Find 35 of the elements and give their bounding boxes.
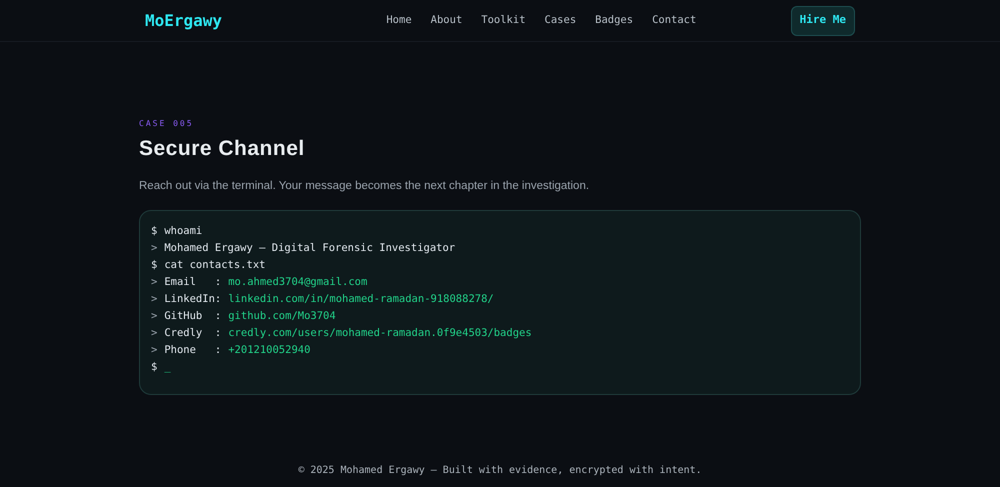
- cursor: _: [164, 360, 171, 375]
- contact-value[interactable]: github.com/Mo3704: [228, 308, 336, 325]
- nav-link[interactable]: About: [430, 12, 462, 28]
- output-marker: >: [151, 308, 158, 324]
- case-label: CASE 005: [139, 118, 195, 130]
- output-marker: >: [151, 292, 158, 307]
- contact-label: Phone :: [164, 342, 222, 358]
- prompt-symbol: $: [151, 224, 158, 239]
- contact-value[interactable]: +201210052940: [228, 342, 310, 359]
- command-text: whoami: [164, 224, 202, 239]
- output-marker: >: [151, 274, 158, 290]
- contact-label: Credly :: [164, 326, 222, 341]
- prompt-symbol: $: [151, 258, 158, 273]
- nav-link[interactable]: Cases: [544, 12, 576, 28]
- output-text: Mohamed Ergawy — Digital Forensic Investigator: [164, 240, 456, 256]
- nav-link[interactable]: Toolkit: [481, 12, 526, 28]
- section-title: Secure Channel: [139, 136, 306, 162]
- nav-link[interactable]: Badges: [595, 12, 634, 28]
- prompt-symbol: $: [151, 360, 158, 375]
- nav-link[interactable]: Home: [386, 12, 412, 28]
- output-marker: >: [151, 326, 158, 341]
- output-marker: >: [151, 240, 158, 256]
- contact-value[interactable]: mo.ahmed3704@gmail.com: [228, 274, 368, 291]
- contact-label: GitHub :: [164, 308, 222, 324]
- contact-label: LinkedIn:: [164, 292, 222, 307]
- hire-me-button[interactable]: Hire Me: [790, 6, 855, 36]
- footer-text: © 2025 Mohamed Ergawy — Built with evidence, encrypted with intent.: [297, 464, 703, 478]
- output-marker: >: [151, 342, 158, 358]
- intro-text: Reach out via the terminal. Your message becomes the next chapter in the investigation.: [139, 178, 590, 194]
- contact-label: Email :: [164, 274, 222, 290]
- contact-value[interactable]: linkedin.com/in/mohamed-ramadan-918088278/: [228, 290, 494, 308]
- contact-value[interactable]: credly.com/users/mohamed-ramadan.0f9e4503/badges: [228, 324, 532, 342]
- nav-link[interactable]: Contact: [652, 12, 696, 28]
- brand-logo[interactable]: MoErgawy: [145, 8, 222, 32]
- command-text: cat contacts.txt: [164, 258, 266, 273]
